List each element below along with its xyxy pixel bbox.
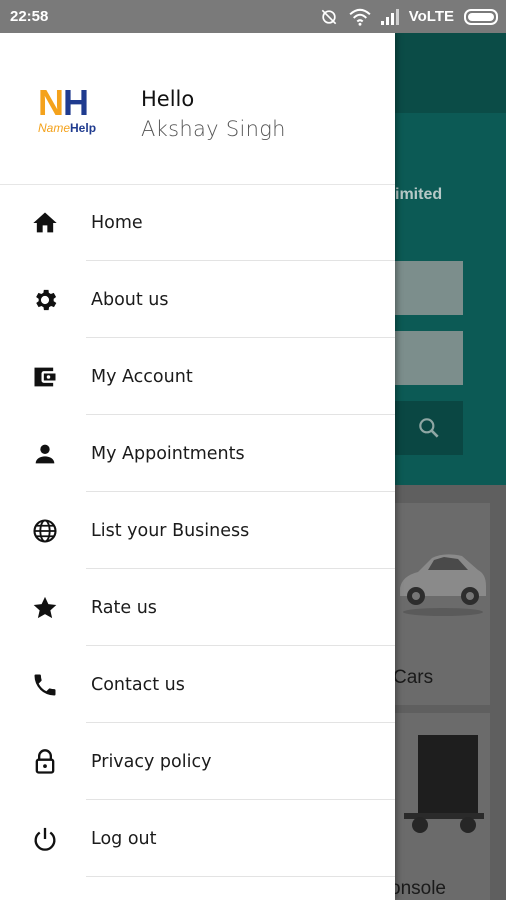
search-icon: [419, 418, 439, 438]
signal-icon: [380, 8, 399, 25]
sync-off-icon: [321, 9, 336, 24]
power-icon: [30, 824, 60, 854]
app-logo: NH NameHelp: [38, 85, 108, 143]
battery-icon: [464, 8, 498, 25]
logo-tag-name: Name: [38, 121, 71, 135]
menu-item-label: Log out: [91, 828, 157, 849]
home-icon: [30, 208, 60, 238]
menu-item-my-account[interactable]: My Account: [0, 338, 395, 415]
person-icon: [30, 439, 60, 469]
menu-item-label: About us: [91, 289, 169, 310]
globe-icon: [30, 516, 60, 546]
gear-icon: [30, 285, 60, 315]
menu-item-my-appointments[interactable]: My Appointments: [0, 415, 395, 492]
menu-item-contact-us[interactable]: Contact us: [0, 646, 395, 723]
partial-company-text: imited: [395, 186, 443, 203]
drawer-menu: Home About us My Account My Appointments…: [0, 184, 395, 877]
menu-item-label: Rate us: [91, 597, 157, 618]
menu-item-privacy-policy[interactable]: Privacy policy: [0, 723, 395, 800]
menu-item-list-your-business[interactable]: List your Business: [0, 492, 395, 569]
wallet-icon: [30, 362, 60, 392]
wifi-icon: [349, 8, 371, 26]
user-name: Akshay Singh: [141, 117, 286, 141]
menu-item-label: My Appointments: [91, 443, 245, 464]
lock-icon: [30, 747, 60, 777]
drawer-header: NH NameHelp Hello Akshay Singh: [0, 33, 395, 185]
star-icon: [30, 593, 60, 623]
menu-item-rate-us[interactable]: Rate us: [0, 569, 395, 646]
car-image: [400, 554, 486, 616]
menu-item-label: Home: [91, 212, 143, 233]
status-time: 22:58: [10, 8, 49, 25]
search-field-2: [395, 331, 463, 385]
greeting-text: Hello: [141, 87, 195, 111]
logo-letter-n: N: [38, 82, 64, 123]
menu-item-label: My Account: [91, 366, 193, 387]
menu-item-home[interactable]: Home: [0, 184, 395, 261]
navigation-drawer: NH NameHelp Hello Akshay Singh Home Abou…: [0, 33, 395, 900]
divider: [86, 876, 395, 877]
logo-letter-h: H: [63, 82, 89, 123]
search-button: [395, 401, 463, 455]
menu-item-label: Privacy policy: [91, 751, 212, 772]
menu-item-label: List your Business: [91, 520, 250, 541]
category-label-cars: Cars: [393, 667, 434, 688]
menu-item-about-us[interactable]: About us: [0, 261, 395, 338]
network-type: VoLTE: [408, 8, 454, 25]
menu-item-log-out[interactable]: Log out: [0, 800, 395, 877]
trailer-image: [404, 735, 484, 833]
status-bar: 22:58 VoLTE: [0, 0, 506, 33]
phone-icon: [30, 670, 60, 700]
logo-tag-help: Help: [70, 121, 97, 135]
search-field-1: [395, 261, 463, 315]
category-label-console: onsole: [390, 878, 446, 899]
menu-item-label: Contact us: [91, 674, 185, 695]
